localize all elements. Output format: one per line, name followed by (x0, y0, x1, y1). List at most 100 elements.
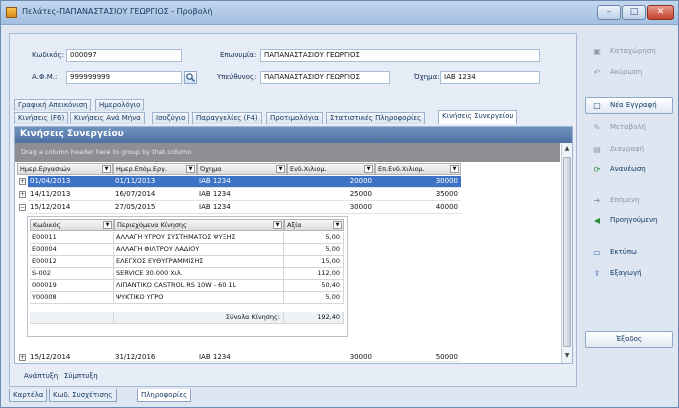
detail-cell-code[interactable]: E00004 (30, 244, 114, 256)
refresh-button[interactable]: ⟳ Ανανέωση (585, 161, 673, 178)
cell-next-km[interactable]: 35000 (375, 189, 461, 201)
scroll-up-icon[interactable]: ▲ (563, 144, 571, 154)
previous-button[interactable]: ◀ Προηγούμενη (585, 212, 673, 229)
filter-dropdown-icon[interactable]: ▼ (333, 221, 342, 229)
detail-cell-code[interactable]: E00011 (30, 232, 114, 244)
detail-col-header-desc[interactable]: Περιεχόμενα Κίνησης ▼ (114, 219, 284, 231)
print-button[interactable]: ▭ Εκτύπω (585, 244, 673, 261)
detail-cell-desc[interactable]: ΑΛΛΑΓΗ ΥΓΡΟΥ ΣΥΣΤΗΜΑΤΟΣ ΨΥΞΗΣ (114, 232, 284, 244)
detail-cell-value[interactable]: 50,40 (284, 280, 344, 292)
col-header-km[interactable]: Ενδ.Χιλιομ. ▼ (287, 163, 375, 175)
detail-cell-value[interactable]: 5,00 (284, 232, 344, 244)
tab-info[interactable]: Πληροφορίες (137, 389, 192, 402)
detail-cell-value[interactable]: 5,00 (284, 244, 344, 256)
detail-col-header-code[interactable]: Κωδικός ▼ (30, 219, 114, 231)
exit-button[interactable]: Έξοδος (585, 331, 673, 348)
col-header-label: Ημερ.Επόμ.Εργ. (116, 165, 168, 173)
delete-button[interactable]: ▤ Διαγραφή (585, 141, 673, 158)
export-button[interactable]: ⇪ Εξαγωγή (585, 265, 673, 282)
detail-cell-code[interactable]: S-002 (30, 268, 114, 280)
code-label: Κωδικός: (32, 51, 64, 59)
cell-next-km[interactable]: 30000 (375, 176, 461, 188)
tab-balance[interactable]: Ισοζύγιο (152, 112, 190, 124)
new-record-button[interactable]: ▢ Νέα Εγγραφή (585, 97, 673, 114)
detail-cell-desc[interactable]: SERVICE 30.000 Χιλ. (114, 268, 284, 280)
scroll-down-icon[interactable]: ▼ (563, 351, 571, 361)
filter-dropdown-icon[interactable]: ▼ (102, 165, 111, 173)
col-header-next-date[interactable]: Ημερ.Επόμ.Εργ. ▼ (113, 163, 197, 175)
filter-dropdown-icon[interactable]: ▼ (276, 165, 285, 173)
cell-work-date[interactable]: 01/04/2013 (28, 176, 113, 188)
cell-next-date[interactable]: 27/05/2015 (113, 202, 197, 214)
modify-button[interactable]: ✎ Μεταβολή (585, 119, 673, 136)
cell-km[interactable]: 30000 (287, 352, 375, 362)
cell-km[interactable]: 30000 (287, 202, 375, 214)
cell-vehicle[interactable]: ΙΑΒ 1234 (197, 202, 287, 214)
detail-cell-code[interactable]: E00012 (30, 256, 114, 268)
scroll-thumb[interactable] (563, 157, 571, 347)
row-collapse-icon[interactable]: − (19, 204, 26, 211)
tab-proforma[interactable]: Προτιμολόγια (266, 112, 323, 124)
cancel-button[interactable]: ↶ Ακύρωση (585, 64, 673, 81)
cell-work-date[interactable]: 15/12/2014 (28, 202, 113, 214)
tab-movements-month[interactable]: Κινήσεις Ανά Μήνα (70, 112, 145, 124)
vertical-scrollbar[interactable]: ▲ ▼ (561, 143, 572, 363)
minimize-button[interactable]: – (597, 5, 621, 20)
cell-next-date[interactable]: 01/11/2013 (113, 176, 197, 188)
detail-cell-value[interactable]: 15,00 (284, 256, 344, 268)
tab-workshop-movements[interactable]: Κινήσεις Συνεργείου (438, 110, 518, 124)
tab-relation-codes[interactable]: Κωδ. Συσχέτισης (49, 389, 117, 402)
row-expand-icon[interactable]: + (19, 354, 26, 361)
cell-vehicle[interactable]: ΙΑΒ 1234 (197, 189, 287, 201)
cell-work-date[interactable]: 14/11/2013 (28, 189, 113, 201)
filter-dropdown-icon[interactable]: ▼ (364, 165, 373, 173)
detail-cell-code[interactable]: Y00008 (30, 292, 114, 304)
cell-next-date[interactable]: 31/12/2016 (113, 352, 197, 362)
cell-km[interactable]: 20000 (287, 176, 375, 188)
cell-work-date[interactable]: 15/12/2014 (28, 352, 113, 362)
detail-cell-code[interactable]: 000019 (30, 280, 114, 292)
row-expand-icon[interactable]: + (19, 178, 26, 185)
tab-orders[interactable]: Παραγγελίες (F4) (192, 112, 262, 124)
vehicle-field[interactable]: ΙΑΒ 1234 (440, 71, 540, 84)
code-field[interactable]: 000097 (66, 49, 182, 62)
cell-vehicle[interactable]: ΙΑΒ 1234 (197, 352, 287, 362)
save-button[interactable]: ▣ Καταχώρηση (585, 43, 673, 60)
cell-km[interactable]: 25000 (287, 189, 375, 201)
tab-calendar[interactable]: Ημερολόγιο (95, 99, 145, 111)
tab-statistics[interactable]: Στατιστικές Πληροφορίες (326, 112, 426, 124)
detail-cell-value[interactable]: 5,00 (284, 292, 344, 304)
col-header-vehicle[interactable]: Όχημα ▼ (197, 163, 287, 175)
col-header-next-km[interactable]: Επ.Ενδ.Χιλιομ. ▼ (375, 163, 461, 175)
cell-next-km[interactable]: 40000 (375, 202, 461, 214)
search-icon[interactable] (184, 71, 197, 84)
row-expand-icon[interactable]: + (19, 191, 26, 198)
responsible-field[interactable]: ΠΑΠΑΝΑΣΤΑΣΙΟΥ ΓΕΩΡΓΙΟΣ (260, 71, 390, 84)
detail-cell-desc[interactable]: ΑΛΛΑΓΗ ΦΙΛΤΡΟΥ ΛΑΔΙΟΥ (114, 244, 284, 256)
tab-card[interactable]: Καρτέλα (9, 389, 48, 402)
detail-cell-value[interactable]: 112,00 (284, 268, 344, 280)
filter-dropdown-icon[interactable]: ▼ (103, 221, 112, 229)
name-field[interactable]: ΠΑΠΑΝΑΣΤΑΣΙΟΥ ΓΕΩΡΓΙΟΣ (260, 49, 540, 62)
detail-col-header-value[interactable]: Αξία ▼ (284, 219, 344, 231)
detail-cell-desc[interactable]: ΕΛΕΓΧΟΣ ΕΥΘΥΓΡΑΜΜΙΣΗΣ (114, 256, 284, 268)
collapse-all-link[interactable]: Σύμπτυξη (64, 372, 98, 380)
detail-cell-desc[interactable]: ΨΥΚΤΙΚΟ ΥΓΡΟ (114, 292, 284, 304)
next-button[interactable]: ➔ Επόμενη (585, 192, 673, 209)
expand-all-link[interactable]: Ανάπτυξη (24, 372, 58, 380)
tab-chart[interactable]: Γραφική Απεικόνιση (14, 99, 92, 111)
filter-dropdown-icon[interactable]: ▼ (450, 165, 459, 173)
afm-field[interactable]: 999999999 (66, 71, 182, 84)
cell-next-date[interactable]: 16/07/2014 (113, 189, 197, 201)
col-header-work-date[interactable]: Ημερ.Εργασιών ▼ (17, 163, 113, 175)
tab-movements[interactable]: Κινήσεις (F6) (14, 112, 69, 124)
group-by-area[interactable]: Drag a column header here to group by th… (15, 143, 560, 162)
cell-vehicle[interactable]: ΙΑΒ 1234 (197, 176, 287, 188)
close-button[interactable]: ✕ (647, 5, 674, 20)
detail-cell-desc[interactable]: ΛΙΠΑΝΤΙΚΟ CASTROL RS 10W - 60 1L (114, 280, 284, 292)
maximize-button[interactable]: □ (622, 5, 646, 20)
filter-dropdown-icon[interactable]: ▼ (273, 221, 282, 229)
cell-next-km[interactable]: 50000 (375, 352, 461, 362)
title-bar[interactable]: Πελάτες-ΠΑΠΑΝΑΣΤΑΣΙΟΥ ΓΕΩΡΓΙΟΣ - Προβολή… (1, 1, 678, 25)
filter-dropdown-icon[interactable]: ▼ (186, 165, 195, 173)
